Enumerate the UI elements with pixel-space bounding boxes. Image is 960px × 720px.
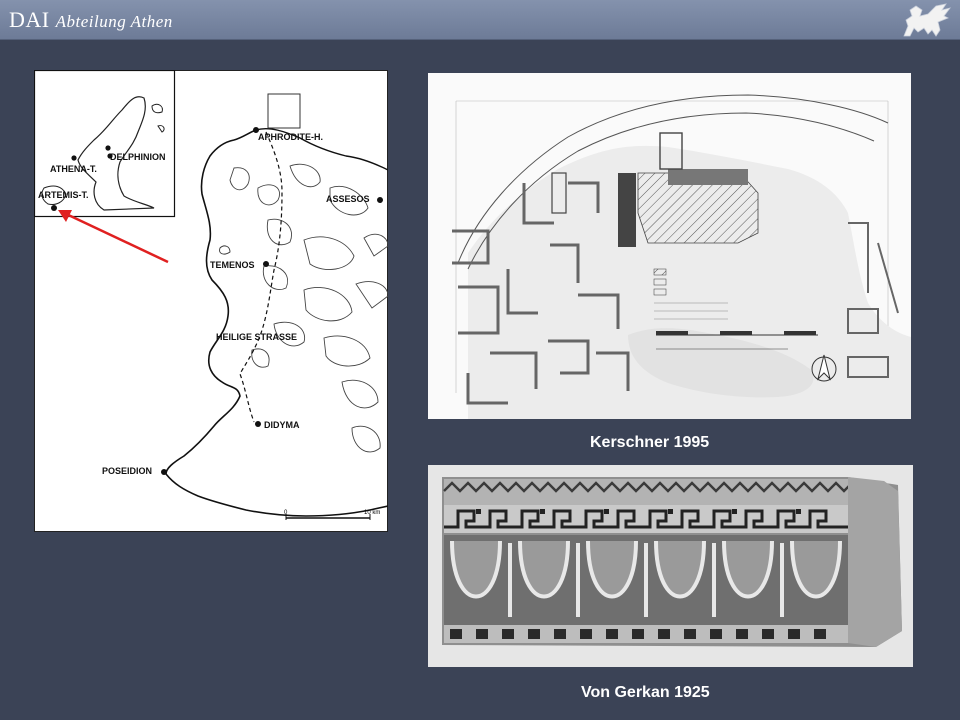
label-didyma: DIDYMA bbox=[264, 420, 300, 430]
excavation-plan bbox=[428, 73, 911, 419]
label-delphinion: DELPHINION bbox=[110, 152, 166, 162]
site-map: APHRODITE-H. DELPHINION ATHENA-T. ARTEMI… bbox=[34, 70, 388, 532]
title-bar: DAI Abteilung Athen bbox=[0, 0, 960, 40]
brand-dai: DAI bbox=[9, 7, 50, 32]
label-assesos: ASSESOS bbox=[326, 194, 370, 204]
label-artemis: ARTEMIS-T. bbox=[38, 190, 89, 200]
brand-subtitle: Abteilung Athen bbox=[55, 12, 173, 31]
architectural-fragment-photo bbox=[428, 465, 913, 667]
caption-plan: Kerschner 1995 bbox=[590, 434, 710, 451]
label-temenos: TEMENOS bbox=[210, 260, 255, 270]
label-heilige-strasse: HEILIGE STRASSE bbox=[216, 332, 297, 342]
brand-title: DAI Abteilung Athen bbox=[9, 7, 173, 33]
label-aphrodite: APHRODITE-H. bbox=[258, 132, 323, 142]
scale-end: 10 km bbox=[364, 510, 380, 516]
griffin-logo-icon bbox=[903, 3, 951, 37]
caption-photo: Von Gerkan 1925 bbox=[581, 684, 710, 701]
label-poseidion: POSEIDION bbox=[102, 466, 152, 476]
label-athena: ATHENA-T. bbox=[50, 164, 97, 174]
